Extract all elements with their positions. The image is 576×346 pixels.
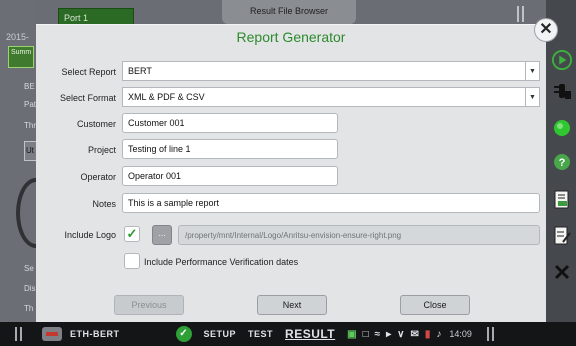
close-x-icon[interactable]: [552, 262, 572, 282]
mail-icon: ✉: [410, 328, 419, 340]
ok-status-icon: ✓: [175, 326, 192, 342]
select-format-dropdown[interactable]: XML & PDF & CSV ▼: [122, 87, 540, 107]
left-grip-handle[interactable]: [14, 327, 24, 341]
svg-text:?: ?: [559, 157, 566, 169]
result-tab[interactable]: RESULT: [285, 327, 335, 341]
include-logo-label: Include Logo: [64, 230, 116, 240]
select-report-value: BERT: [128, 66, 152, 76]
notes-field[interactable]: This is a sample report: [122, 193, 540, 213]
test-tab[interactable]: TEST: [248, 329, 273, 339]
select-report-label: Select Report: [61, 67, 116, 77]
help-icon[interactable]: ?: [552, 152, 572, 172]
volume-icon: ♪: [436, 328, 442, 340]
status-bar: ETH-BERT ✓ SETUP TEST RESULT ▣ □ ≈ ▸ ∨ ✉…: [0, 322, 576, 346]
screen-icon: □: [362, 328, 369, 340]
operator-field[interactable]: Operator 001: [122, 166, 338, 186]
result-file-browser-tab[interactable]: Result File Browser: [222, 0, 356, 24]
background-label: Dis: [24, 284, 36, 293]
customer-field[interactable]: Customer 001: [122, 113, 338, 133]
logo-path-field: /property/mnt/Internal/Logo/Anritsu-envi…: [178, 225, 540, 245]
project-field[interactable]: Testing of line 1: [122, 139, 338, 159]
close-button[interactable]: Close: [400, 295, 470, 315]
next-button[interactable]: Next: [257, 295, 327, 315]
background-label: Thr: [24, 121, 36, 130]
wifi-icon: ≈: [374, 328, 381, 340]
background-label: Pat: [24, 100, 37, 109]
background-label: BE: [24, 82, 35, 91]
select-report-dropdown[interactable]: BERT ▼: [122, 61, 540, 81]
battery-icon: ▮: [424, 328, 431, 340]
bluetooth-icon: ∨: [397, 328, 405, 340]
clock: 14:09: [449, 329, 472, 339]
right-grip-handle[interactable]: [486, 327, 496, 341]
traffic-light-icon[interactable]: [552, 82, 572, 102]
report-generator-dialog: Report Generator Select Report BERT ▼ Se…: [36, 24, 546, 322]
status-led-icon: [552, 118, 572, 138]
play-icon[interactable]: [552, 50, 572, 70]
dialog-close-icon[interactable]: ✕: [534, 18, 558, 42]
include-logo-checkbox[interactable]: ✓: [124, 226, 140, 242]
dialog-title: Report Generator: [236, 29, 346, 45]
project-label: Project: [87, 145, 116, 155]
setup-tab[interactable]: SETUP: [204, 329, 237, 339]
browse-logo-button[interactable]: ...: [152, 225, 172, 245]
summary-button[interactable]: Summ: [8, 46, 34, 68]
chevron-down-icon[interactable]: ▼: [525, 88, 539, 106]
save-report-icon[interactable]: [552, 190, 572, 210]
performance-verification-label: Include Performance Verification dates: [144, 257, 299, 267]
app-name[interactable]: ETH-BERT: [70, 329, 120, 339]
chevron-down-icon[interactable]: ▼: [525, 62, 539, 80]
operator-label: Operator: [80, 172, 116, 182]
select-format-value: XML & PDF & CSV: [128, 92, 205, 102]
background-label: Th: [24, 304, 34, 313]
customer-label: Customer: [76, 119, 116, 129]
network-icon: ▣: [347, 328, 357, 340]
report-edit-icon[interactable]: [552, 226, 572, 246]
date-fragment: 2015-: [6, 32, 30, 42]
top-grip-handle[interactable]: [516, 6, 526, 22]
background-label: Se: [24, 264, 34, 273]
select-format-label: Select Format: [59, 93, 116, 103]
performance-verification-checkbox[interactable]: [124, 253, 140, 269]
app-icon: [42, 327, 62, 341]
signal-icon: ▸: [386, 328, 392, 340]
notes-label: Notes: [92, 199, 116, 209]
system-tray: ▣ □ ≈ ▸ ∨ ✉ ▮ ♪: [347, 329, 441, 340]
previous-button[interactable]: Previous: [114, 295, 184, 315]
